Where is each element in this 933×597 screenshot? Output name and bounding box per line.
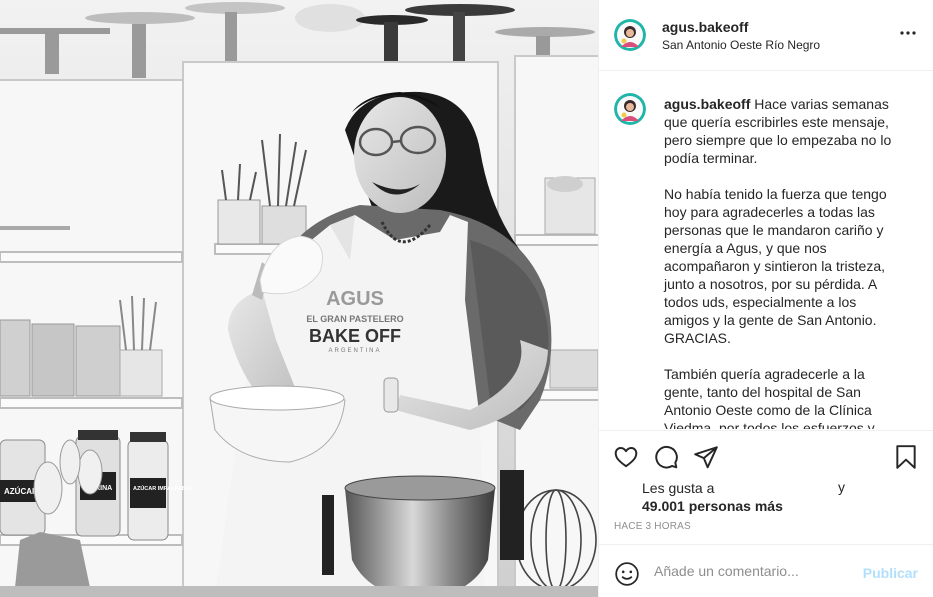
likes-prefix: Les gusta a bbox=[642, 480, 715, 496]
caption-paragraph-2: No había tenido la fuerza que tengo hoy … bbox=[664, 186, 887, 346]
instagram-post: AZÚCAR AZÚCAR IMPALPABLE HARINA AGUS EL … bbox=[0, 0, 933, 597]
post-location[interactable]: San Antonio Oeste Río Negro bbox=[662, 38, 820, 52]
emoji-icon[interactable] bbox=[614, 561, 640, 587]
paper-plane-icon[interactable] bbox=[693, 444, 719, 470]
heart-icon[interactable] bbox=[613, 444, 639, 470]
avatar[interactable] bbox=[614, 19, 646, 51]
post-header: agus.bakeoff San Antonio Oeste Río Negro bbox=[599, 0, 933, 71]
caption-paragraph-3: También quería agradecerle a la gente, t… bbox=[664, 366, 875, 429]
comment-input[interactable] bbox=[654, 563, 854, 579]
post-photo[interactable]: AZÚCAR AZÚCAR IMPALPABLE HARINA AGUS EL … bbox=[0, 0, 598, 597]
comment-icon[interactable] bbox=[653, 444, 679, 470]
jar-label-powdered-sugar: AZÚCAR IMPALPABLE bbox=[133, 485, 193, 492]
post-actions: Les gusta a 49.001 personas más y HACE 3… bbox=[599, 430, 933, 543]
bakery-photo: AZÚCAR AZÚCAR IMPALPABLE HARINA AGUS EL … bbox=[0, 0, 598, 597]
post-timestamp[interactable]: HACE 3 HORAS bbox=[614, 521, 691, 532]
comments-section[interactable]: agus.bakeoff Hace varias semanas que que… bbox=[599, 72, 933, 429]
caption-username[interactable]: agus.bakeoff bbox=[664, 96, 750, 112]
apron-text-agus: AGUS bbox=[326, 288, 384, 310]
more-horizontal-icon[interactable] bbox=[898, 23, 918, 43]
bookmark-icon[interactable] bbox=[893, 444, 919, 470]
likes-conjunction: y bbox=[838, 479, 845, 495]
post-side-panel: agus.bakeoff San Antonio Oeste Río Negro bbox=[598, 0, 933, 597]
caption-avatar[interactable] bbox=[614, 93, 646, 125]
post-caption: agus.bakeoff Hace varias semanas que que… bbox=[664, 95, 904, 429]
jar-label-sugar: AZÚCAR bbox=[4, 487, 38, 496]
apron-text-bakeoff: BAKE OFF bbox=[309, 326, 401, 346]
likes-count[interactable]: 49.001 personas más bbox=[642, 497, 783, 515]
add-comment-bar: Publicar bbox=[599, 544, 933, 597]
likes-summary: Les gusta a 49.001 personas más bbox=[642, 479, 783, 515]
apron-text-country: ARGENTINA bbox=[328, 348, 381, 354]
apron-text-subtitle: EL GRAN PASTELERO bbox=[306, 314, 403, 324]
post-username[interactable]: agus.bakeoff bbox=[662, 19, 748, 35]
publish-button[interactable]: Publicar bbox=[863, 565, 918, 581]
